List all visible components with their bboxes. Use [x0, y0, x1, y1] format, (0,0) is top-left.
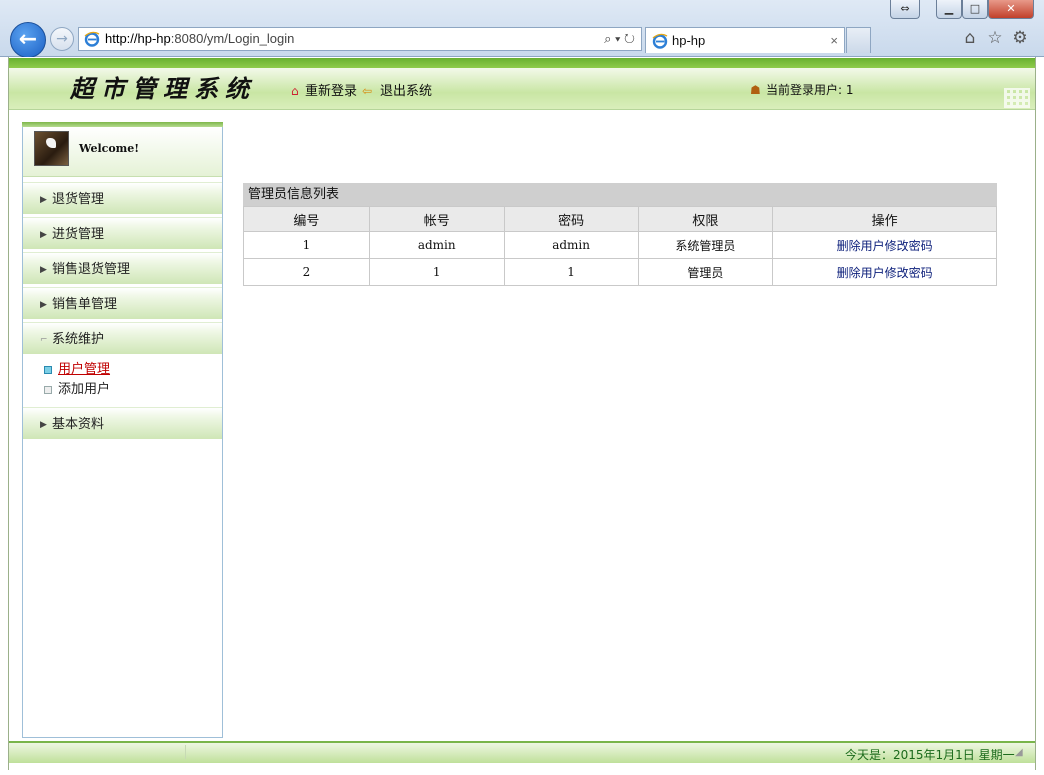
cell-actions: 删除用户修改密码 [772, 231, 997, 259]
expand-arrow-icon: ▶ [40, 195, 47, 205]
tab-close-icon[interactable]: × [830, 28, 838, 53]
sidebar-item-purchase-management[interactable]: ▶ 进货管理 [23, 217, 222, 249]
current-user-info: ☗ 当前登录用户: 1 [750, 80, 854, 100]
cell-password: admin [503, 231, 639, 259]
favorites-star-icon[interactable]: ☆ [985, 28, 1005, 48]
sidebar-item-basic-data[interactable]: ▶ 基本资料 [23, 407, 222, 439]
window-minimize-button[interactable]: ▁ [936, 0, 962, 19]
logout-label: 退出系统 [380, 84, 433, 99]
column-header-password: 密码 [503, 206, 639, 232]
table-caption: 管理员信息列表 [243, 183, 997, 206]
welcome-text: Welcome! [79, 142, 140, 155]
table-header-row: 编号 帐号 密码 权限 操作 [243, 206, 997, 232]
cell-id: 2 [243, 258, 370, 286]
avatar [34, 131, 69, 166]
window-maximize-button[interactable]: □ [962, 0, 988, 19]
cell-account: admin [368, 231, 505, 259]
resize-grip-icon[interactable]: ◢ [1015, 747, 1029, 761]
sidebar-item-system-maintenance[interactable]: ⌐ 系统维护 [23, 322, 222, 354]
header-top-bar [9, 58, 1035, 68]
expand-arrow-icon: ▶ [40, 420, 47, 430]
home-icon[interactable]: ⌂ [960, 28, 980, 48]
logout-link[interactable]: ⇦ 退出系统 [362, 81, 432, 101]
sidebar-item-label: 退货管理 [52, 192, 105, 207]
bullet-square-icon [44, 385, 52, 394]
system-logo: 超市管理系统 [70, 74, 256, 103]
user-lock-icon: ☗ [750, 83, 761, 97]
bullet-square-icon [44, 365, 52, 374]
sidebar-item-label: 进货管理 [52, 227, 105, 242]
forward-arrow-icon: → [56, 31, 68, 47]
relogin-label: 重新登录 [305, 84, 358, 99]
admin-table: 编号 帐号 密码 权限 操作 1 admin admin 系统管理员 删除用户修… [243, 206, 997, 286]
sidebar-item-sales-order-management[interactable]: ▶ 销售单管理 [23, 287, 222, 319]
footer-date: 今天是：2015年1月1日 星期一 [845, 748, 1015, 762]
column-header-id: 编号 [243, 206, 370, 232]
sidebar-item-label: 基本资料 [52, 417, 105, 432]
sidebar-item-label: 销售单管理 [52, 297, 118, 312]
window-close-button[interactable]: ✕ [988, 0, 1034, 19]
back-arrow-icon: ← [18, 27, 38, 52]
delete-user-link[interactable]: 删除用户 [837, 266, 885, 280]
column-header-role: 权限 [637, 206, 774, 232]
ie-icon [652, 33, 668, 49]
column-header-account: 帐号 [368, 206, 505, 232]
cell-role: 管理员 [637, 258, 774, 286]
window-restore-button[interactable]: ⇔ [890, 0, 920, 19]
sidebar-item-return-management[interactable]: ▶ 退货管理 [23, 182, 222, 214]
column-header-action: 操作 [772, 206, 997, 232]
address-tools-icon[interactable]: ⌕ ▾ ↻ [604, 28, 635, 50]
exit-arrow-icon: ⇦ [362, 84, 373, 98]
back-button[interactable]: ← [10, 22, 46, 58]
settings-gear-icon[interactable]: ⚙ [1010, 28, 1030, 48]
cell-role: 系统管理员 [637, 231, 774, 259]
cell-account: 1 [368, 258, 505, 286]
current-user-label: 当前登录用户: [766, 83, 843, 97]
delete-user-link[interactable]: 删除用户 [837, 239, 885, 253]
sub-item-label: 用户管理 [58, 362, 111, 377]
sidebar-item-label: 销售退货管理 [52, 262, 131, 277]
table-row: 2 1 1 管理员 删除用户修改密码 [243, 258, 997, 286]
tab-hp-hp[interactable]: hp-hp × [645, 27, 845, 53]
address-bar[interactable]: http://hp-hp:8080/ym/Login_login ⌕ ▾ ↻ [78, 27, 642, 51]
sub-item-label: 添加用户 [58, 382, 111, 397]
expand-arrow-icon: ▶ [40, 265, 47, 275]
tab-title: hp-hp [672, 33, 706, 48]
current-user-value: 1 [845, 83, 854, 97]
forward-button[interactable]: → [50, 27, 74, 51]
new-tab-button[interactable] [846, 27, 871, 53]
sidebar-item-label: 系统维护 [52, 332, 105, 347]
cell-id: 1 [243, 231, 370, 259]
relogin-link[interactable]: ⌂ 重新登录 [291, 81, 357, 101]
expand-arrow-icon: ▶ [40, 230, 47, 240]
ie-icon [84, 31, 100, 47]
cell-actions: 删除用户修改密码 [772, 258, 997, 286]
footer-divider [185, 745, 186, 759]
house-icon: ⌂ [291, 84, 299, 98]
modify-password-link[interactable]: 修改密码 [885, 266, 933, 280]
modify-password-link[interactable]: 修改密码 [885, 239, 933, 253]
table-row: 1 admin admin 系统管理员 删除用户修改密码 [243, 231, 997, 259]
sidebar-item-sales-return-management[interactable]: ▶ 销售退货管理 [23, 252, 222, 284]
cell-password: 1 [503, 258, 639, 286]
collapse-marker-icon: ⌐ [40, 335, 48, 345]
sub-item-add-user[interactable]: 添加用户 [44, 381, 110, 399]
sub-item-user-management[interactable]: 用户管理 [44, 361, 110, 379]
expand-arrow-icon: ▶ [40, 300, 47, 310]
address-url: http://hp-hp:8080/ym/Login_login [105, 31, 295, 46]
header-decoration [1004, 88, 1030, 108]
